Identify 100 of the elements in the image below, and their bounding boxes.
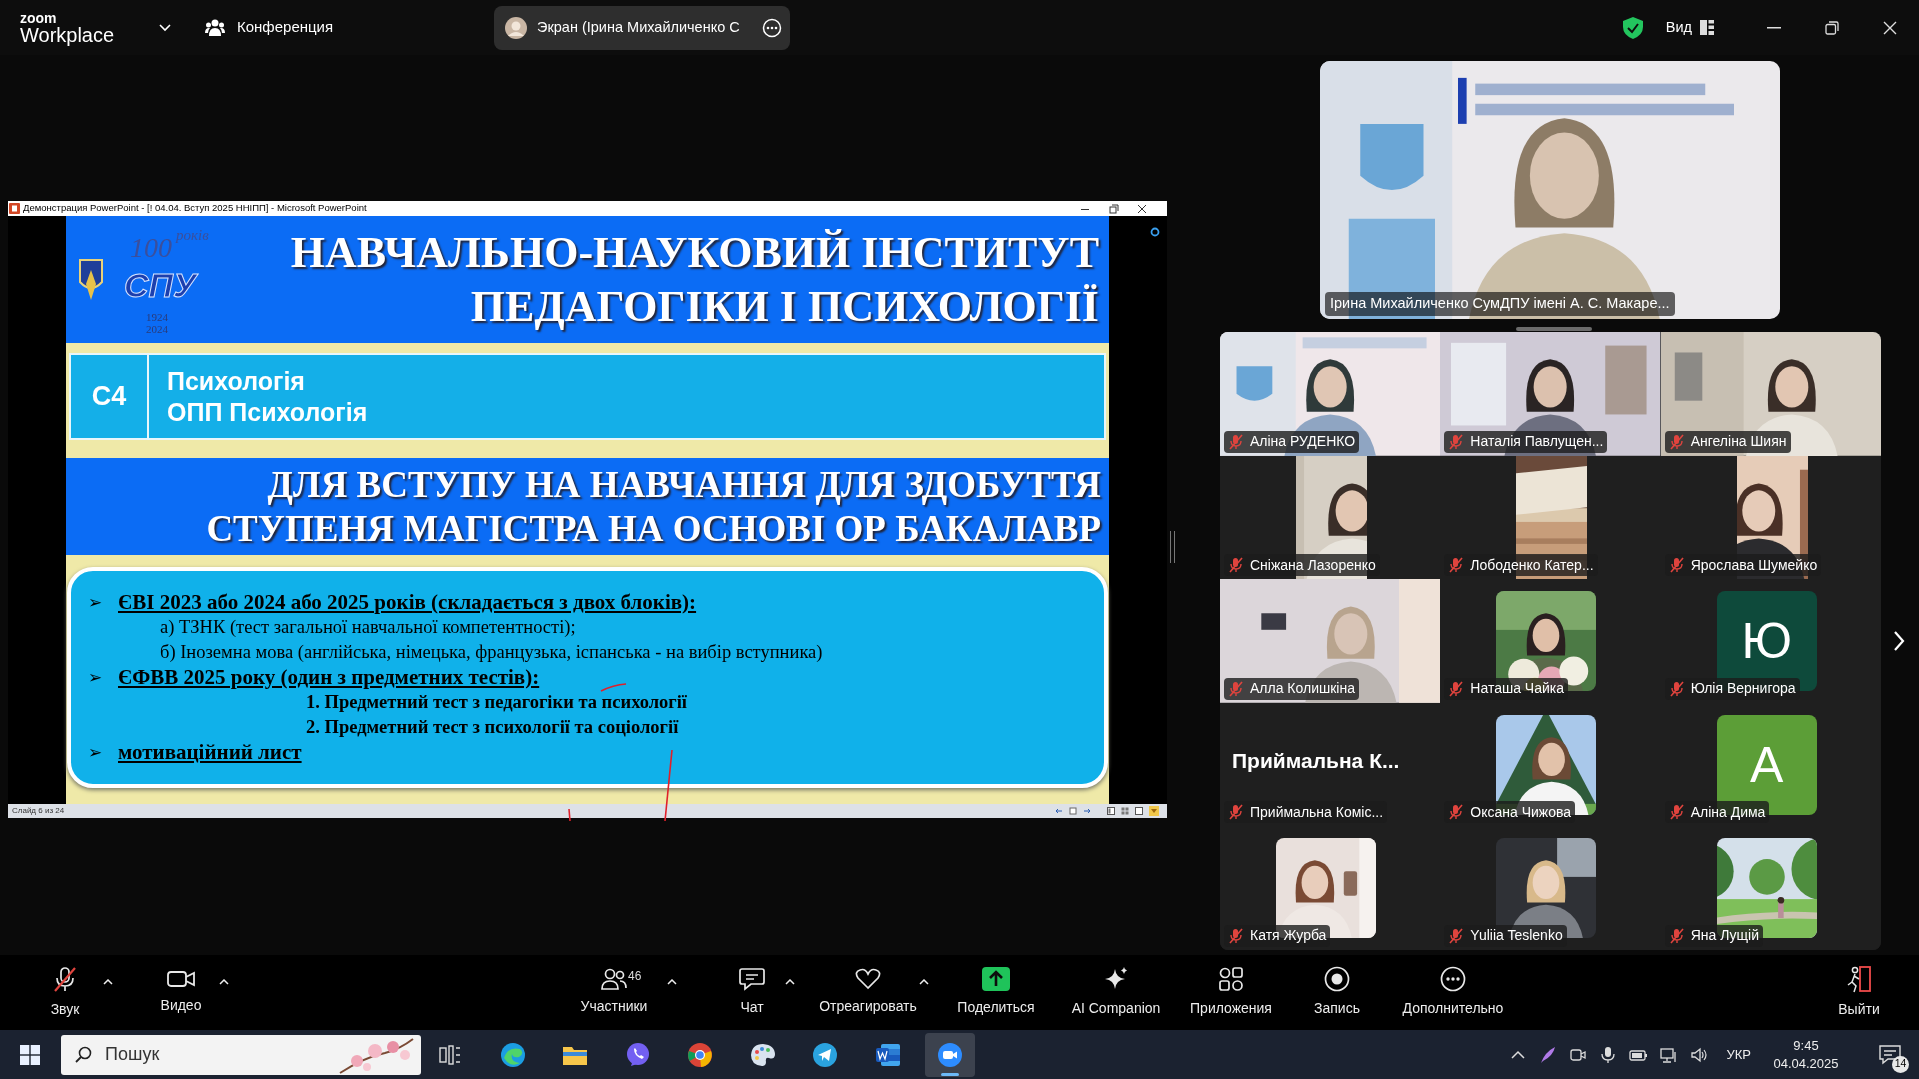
- bullet-heading: мотиваційний лист: [118, 738, 302, 766]
- network-icon[interactable]: [1660, 1045, 1679, 1064]
- numbered-item: 1. Предметний тест з педагогіки та психології: [306, 694, 687, 711]
- pane-resize-handle[interactable]: [1170, 531, 1175, 563]
- start-icon[interactable]: [20, 1044, 40, 1065]
- participant-name: Катя Журба: [1250, 926, 1327, 946]
- browser-icon: [499, 1041, 526, 1068]
- slide-title: НАВЧАЛЬНО-НАУКОВИЙ ІНСТИТУТ: [290, 226, 1099, 279]
- logo-abbr: СПУ: [124, 268, 197, 302]
- chat-icon: [739, 967, 765, 991]
- participant-tile[interactable]: Алла Колишкіна: [1220, 579, 1441, 703]
- resize-handle[interactable]: [1516, 327, 1592, 331]
- bullet-marker: ➢: [88, 590, 104, 614]
- toolbar-button[interactable]: Запись: [1302, 955, 1372, 1030]
- more-icon[interactable]: [762, 17, 782, 38]
- ink-stroke: [600, 683, 627, 692]
- close-button[interactable]: [1137, 203, 1147, 214]
- shared-screen-label: Экран (Ірина Михайличенко С: [537, 17, 741, 37]
- bullet-marker: ➢: [88, 665, 104, 689]
- search-field[interactable]: Пошук: [61, 1034, 421, 1075]
- microphone-icon[interactable]: [1599, 1045, 1618, 1064]
- search-icon: [75, 1045, 93, 1064]
- record-icon: [1324, 966, 1350, 992]
- clock-time[interactable]: 9:45: [1793, 1036, 1819, 1055]
- restore-icon[interactable]: [1825, 20, 1839, 35]
- participant-name: Наташа Чайка: [1470, 679, 1565, 699]
- exit-door-icon: [1846, 965, 1872, 993]
- clock-date[interactable]: 04.04.2025: [1773, 1054, 1839, 1073]
- speaker-icon[interactable]: [1690, 1045, 1709, 1064]
- previous-icon[interactable]: [1055, 807, 1063, 815]
- slide-counter: Слайд 6 из 24: [12, 805, 65, 817]
- slideshow-icon[interactable]: [1149, 806, 1159, 816]
- browser-icon: [687, 1041, 713, 1068]
- reading-view-icon[interactable]: [1135, 807, 1143, 815]
- apps-icon: [1218, 966, 1244, 992]
- camera-icon: [167, 969, 195, 989]
- logo-year-start: 1924: [146, 312, 168, 323]
- security-shield-icon[interactable]: [1621, 15, 1644, 40]
- participant-name: Приймальна Коміс...: [1250, 802, 1384, 822]
- bullet-marker: ➢: [88, 740, 104, 764]
- more-icon: [1440, 966, 1466, 992]
- minimize-icon[interactable]: [1767, 26, 1781, 29]
- avatar-initial: Ю: [1741, 616, 1792, 667]
- product-name: Workplace: [20, 24, 115, 45]
- toolbar-button[interactable]: Отреагировать: [820, 955, 916, 1030]
- document-icon: [874, 1042, 901, 1067]
- participant-count: 46: [628, 968, 642, 985]
- toolbar-button[interactable]: Приложения: [1181, 955, 1281, 1030]
- logo-years: 100: [130, 234, 172, 262]
- toolbar-button[interactable]: Видео: [146, 955, 216, 1030]
- slide-title: ПЕДАГОГІКИ І ПСИХОЛОГІЇ: [470, 280, 1099, 333]
- avatar-initial: A: [1749, 739, 1784, 790]
- ring-icon: [1150, 227, 1160, 237]
- sub-item: б) Іноземна мова (англійська, німецька, французька, іспанська - на вибір вступника): [160, 640, 823, 664]
- participant-name: Лободенко Катер...: [1470, 555, 1594, 575]
- close-icon[interactable]: [1883, 20, 1897, 35]
- toolbar-button[interactable]: Дополнительно: [1398, 955, 1508, 1030]
- view-button[interactable]: Вид: [1665, 16, 1714, 39]
- toolbar-button[interactable]: 46 Участники: [564, 955, 664, 1030]
- avatar-icon: [505, 16, 527, 39]
- shared-screen-pill[interactable]: Экран (Ірина Михайличенко С: [494, 5, 790, 50]
- participant-name: Аліна Дима: [1690, 802, 1766, 822]
- participant-name: Оксана Чижова: [1470, 802, 1572, 822]
- toolbar-button[interactable]: Звук: [30, 955, 100, 1030]
- speaker-name: Ірина Михайличенко СумДПУ імені А. С. Макаре...: [1325, 292, 1675, 316]
- share-icon: [982, 967, 1010, 991]
- banner-text: СТУПЕНЯ МАГІСТРА НА ОСНОВІ ОР БАКАЛАВР: [206, 506, 1101, 551]
- participant-name: Яна Лущій: [1690, 926, 1759, 946]
- pen-icon[interactable]: [1539, 1045, 1558, 1064]
- language-indicator[interactable]: УКР: [1726, 1044, 1751, 1065]
- program-code: С4: [91, 380, 127, 414]
- window-title: Демонстрация PowerPoint - [! 04.04. Вступ 2025 ННІПП] - Microsoft PowerPoint: [23, 201, 367, 216]
- people-icon: [601, 968, 627, 990]
- toolbar-button[interactable]: Чат: [722, 955, 782, 1030]
- sorter-view-icon[interactable]: [1121, 807, 1129, 815]
- brand-logo: zoom: [20, 10, 57, 25]
- task-view-icon: [439, 1044, 461, 1065]
- heart-icon: [855, 968, 881, 990]
- taskbar-app[interactable]: [925, 1032, 975, 1077]
- layout-icon: [1700, 20, 1714, 35]
- toolbar-button[interactable]: Выйти: [1824, 955, 1894, 1030]
- sub-item: а) ТЗНК (тест загальної навчальної компетентності);: [160, 615, 576, 639]
- participant-name: Юлія Вернигора: [1690, 679, 1796, 699]
- restore-button[interactable]: [1109, 203, 1119, 214]
- participant-name: Ярослава Шумейко: [1690, 555, 1818, 575]
- video-tile[interactable]: Ірина Михайличенко СумДПУ імені А. С. Макаре...: [1320, 61, 1780, 319]
- logo-year-end: 2024: [146, 324, 168, 335]
- palette-icon: [749, 1042, 776, 1067]
- logo-word: років: [176, 228, 209, 243]
- normal-view-icon[interactable]: [1107, 807, 1115, 815]
- toolbar-button[interactable]: Поделиться: [951, 955, 1041, 1030]
- notification-count: 14: [1892, 1055, 1909, 1073]
- next-icon[interactable]: [1083, 807, 1091, 815]
- banner-text: ДЛЯ ВСТУПУ НА НАВЧАННЯ ДЛЯ ЗДОБУТТЯ: [267, 462, 1101, 507]
- ink-stroke: [568, 808, 571, 822]
- toolbar-button[interactable]: AI Companion: [1061, 955, 1171, 1030]
- bullet-heading: ЄВІ 2023 або 2024 або 2025 років (складається з двох блоків):: [118, 588, 697, 616]
- paper-plane-icon: [812, 1041, 838, 1068]
- notes-icon[interactable]: [1069, 807, 1077, 815]
- phone-bubble-icon: [624, 1041, 651, 1068]
